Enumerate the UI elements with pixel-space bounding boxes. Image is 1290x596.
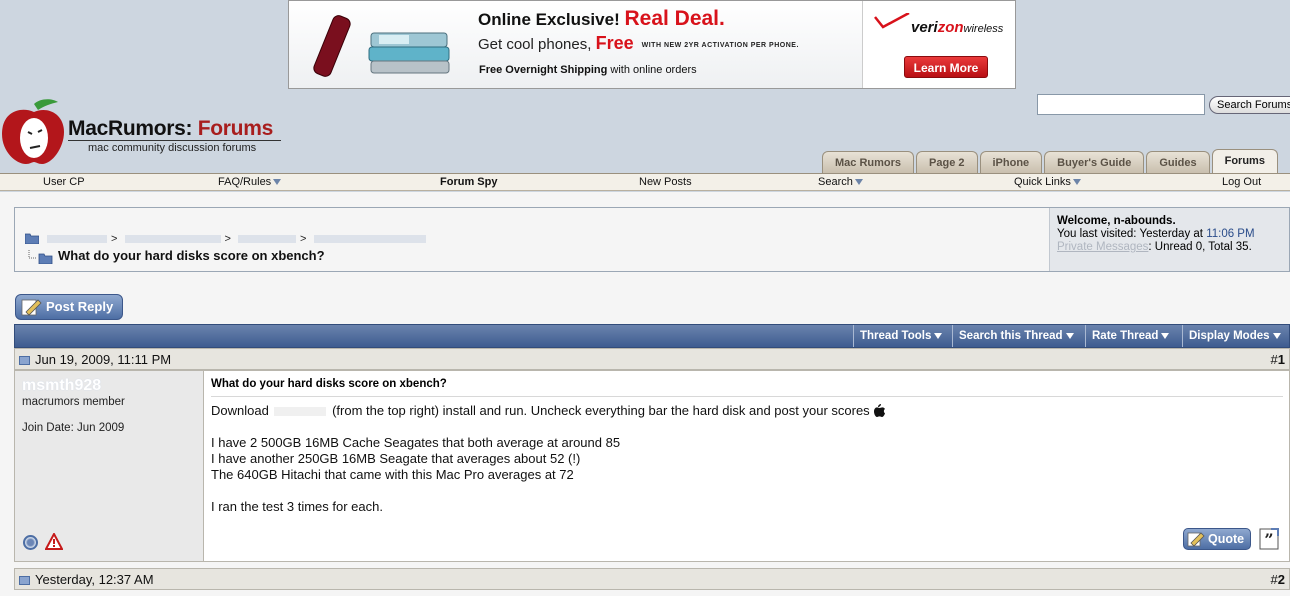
post-line: I have 2 500GB 16MB Cache Seagates that … [211, 435, 621, 450]
breadcrumb-link[interactable] [47, 235, 107, 244]
breadcrumb: > > > What do your hard disks score on x… [15, 208, 1049, 271]
post-body: What do your hard disks score on xbench?… [211, 371, 1289, 561]
search-forums-button[interactable]: Search Forums [1209, 96, 1290, 114]
search-input[interactable] [1037, 94, 1205, 115]
post-line: I have another 250GB 16MB Seagate that a… [211, 451, 581, 466]
nav-user-cp[interactable]: User CP [43, 176, 85, 188]
post-title-divider [211, 396, 1283, 397]
user-rank: macrumors member [22, 396, 125, 408]
private-messages: Private Messages: Unread 0, Total 35. [1057, 241, 1252, 253]
nav-faq-rules[interactable]: FAQ/Rules [218, 176, 282, 188]
svg-text:”: ” [1264, 530, 1273, 549]
post-author-panel: msmth928 macrumors member Join Date: Jun… [15, 371, 204, 561]
join-date: Join Date: Jun 2009 [22, 422, 125, 434]
apple-icon [873, 404, 885, 417]
last-visited: You last visited: Yesterday at 11:06 PM [1057, 228, 1255, 240]
display-modes-menu[interactable]: Display Modes [1182, 325, 1287, 347]
chevron-down-icon [1161, 332, 1170, 339]
site-subtitle: mac community discussion forums [88, 142, 257, 154]
thread-toolbar: Thread Tools Search this Thread Rate Thr… [14, 324, 1290, 348]
thread-tools-menu[interactable]: Thread Tools [853, 325, 948, 347]
folder-icon[interactable] [25, 232, 39, 244]
post-header: Jun 19, 2009, 11:11 PM #1 [14, 348, 1290, 370]
nav-forum-spy[interactable]: Forum Spy [440, 176, 497, 188]
macrumors-apple-logo-icon [2, 99, 64, 164]
site-title[interactable]: MacRumors: Forums [68, 117, 273, 141]
breadcrumb-link[interactable] [124, 235, 221, 244]
tab-guides[interactable]: Guides [1146, 151, 1210, 173]
tab-buyers-guide[interactable]: Buyer's Guide [1044, 151, 1145, 173]
welcome-panel: Welcome, n-abounds. You last visited: Ye… [1049, 208, 1289, 271]
phones-image [313, 15, 450, 77]
post-number[interactable]: #1 [1271, 352, 1285, 367]
pencil-paper-icon [1187, 532, 1205, 547]
post-icon [19, 576, 30, 585]
ad-offer: Get cool phones, Free WITH NEW 2YR ACTIVA… [478, 33, 799, 53]
thread-title: What do your hard disks score on xbench? [58, 248, 325, 263]
breadcrumb-trail: > > > [43, 233, 430, 245]
nav-log-out[interactable]: Log Out [1222, 176, 1261, 188]
breadcrumb-link[interactable] [313, 235, 426, 244]
chevron-down-icon [273, 179, 282, 186]
post-reply-button[interactable]: Post Reply [15, 294, 123, 320]
ad-headline: Online Exclusive! Real Deal. [478, 7, 725, 30]
private-messages-link[interactable]: Private Messages [1057, 241, 1148, 253]
main-content: > > > What do your hard disks score on x… [0, 192, 1290, 596]
learn-more-button[interactable]: Learn More [904, 56, 988, 78]
thread-tree-icon [28, 250, 53, 264]
forum-navbar: User CP FAQ/Rules Forum Spy New Posts Se… [0, 173, 1290, 191]
post-header: Yesterday, 12:37 AM #2 [14, 568, 1290, 590]
nav-new-posts[interactable]: New Posts [639, 176, 692, 188]
report-post-icon[interactable] [45, 533, 63, 551]
welcome-text: Welcome, n-abounds. [1057, 215, 1176, 227]
tab-page-2[interactable]: Page 2 [916, 151, 978, 173]
nav-search[interactable]: Search [818, 176, 863, 188]
tab-forums[interactable]: Forums [1211, 149, 1278, 173]
ad-shipping: Free Overnight Shipping with online orde… [479, 64, 697, 76]
post-icon [19, 356, 30, 365]
verizon-logo: verizonwireless [911, 19, 1004, 36]
breadcrumb-link[interactable] [238, 235, 296, 244]
tab-iphone[interactable]: iPhone [979, 151, 1043, 173]
quote-button[interactable]: Quote [1183, 528, 1251, 550]
chevron-down-icon [854, 179, 863, 186]
post-message: Download (from the top right) install an… [211, 403, 885, 515]
multi-quote-icon[interactable]: ” [1257, 527, 1281, 551]
post-line: I ran the test 3 times for each. [211, 499, 383, 514]
breadcrumb-box: > > > What do your hard disks score on x… [14, 207, 1290, 272]
tab-mac-rumors[interactable]: Mac Rumors [822, 151, 915, 173]
verizon-panel: verizonwireless Learn More [862, 1, 1015, 88]
search-thread-menu[interactable]: Search this Thread [952, 325, 1080, 347]
post-number[interactable]: #2 [1271, 572, 1285, 587]
post-date: Yesterday, 12:37 AM [35, 572, 154, 587]
post-date: Jun 19, 2009, 11:11 PM [35, 352, 172, 367]
chevron-down-icon [934, 332, 943, 339]
verizon-check-icon [874, 13, 910, 29]
post: msmth928 macrumors member Join Date: Jun… [14, 370, 1290, 562]
chevron-down-icon [1072, 179, 1081, 186]
logo-underline [68, 140, 281, 141]
online-status-icon [23, 535, 38, 550]
post-line: The 640GB Hitachi that came with this Ma… [211, 467, 574, 482]
chevron-down-icon [1065, 332, 1074, 339]
username-link[interactable]: msmth928 [22, 377, 101, 395]
rate-thread-menu[interactable]: Rate Thread [1085, 325, 1175, 347]
chevron-down-icon [1272, 332, 1281, 339]
site-tabs: Mac Rumors Page 2 iPhone Buyer's Guide G… [822, 149, 1278, 173]
post-title: What do your hard disks score on xbench? [211, 378, 447, 390]
nav-quick-links[interactable]: Quick Links [1014, 176, 1081, 188]
ad-banner[interactable]: Online Exclusive! Real Deal. Get cool ph… [288, 0, 1016, 89]
pencil-paper-icon [21, 299, 42, 316]
xbench-link[interactable] [274, 407, 327, 417]
